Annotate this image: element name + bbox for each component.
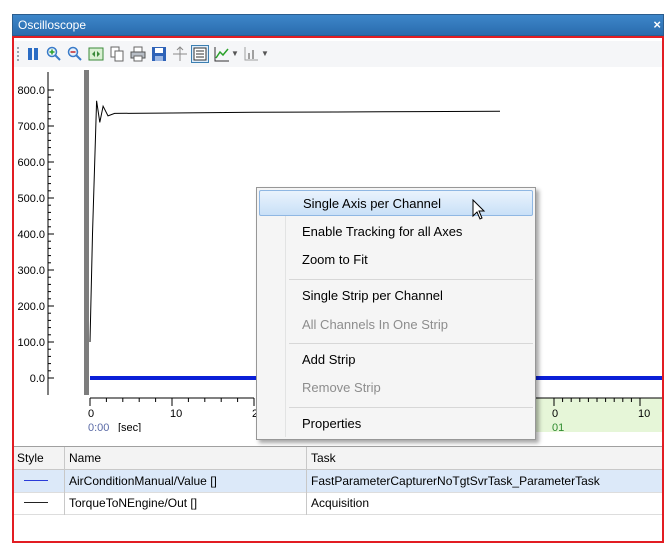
channel-task: FastParameterCapturerNoTgtSvrTask_Parame… <box>311 474 600 488</box>
chevron-down-icon[interactable]: ▼ <box>261 49 269 58</box>
save-icon[interactable] <box>150 45 168 63</box>
context-menu: Single Axis per Channel Enable Tracking … <box>256 187 536 440</box>
zoom-out-icon[interactable] <box>66 45 84 63</box>
y-tick-label: 400.0 <box>17 229 45 241</box>
y-tick-label: 600.0 <box>17 157 45 169</box>
y-tick-label: 500.0 <box>17 193 45 205</box>
x-time-label: 0:00 <box>88 422 109 432</box>
channel-task: Acquisition <box>311 496 370 510</box>
menu-item-zoom-to-fit[interactable]: Zoom to Fit <box>259 247 533 273</box>
x-tick-label: 10 <box>638 408 650 420</box>
y-tick-label: 100.0 <box>17 337 45 349</box>
channel-name: AirConditionManual/Value [] <box>69 474 217 488</box>
y-tick-label: 0.0 <box>30 373 45 385</box>
menu-separator <box>289 407 533 408</box>
pause-icon[interactable] <box>24 45 42 63</box>
menu-item-single-strip-per-channel[interactable]: Single Strip per Channel <box>259 283 533 309</box>
cursor-icon[interactable] <box>171 45 189 63</box>
column-style[interactable]: Style <box>17 451 44 465</box>
channel-name: TorqueToNEngine/Out [] <box>69 496 198 510</box>
style-swatch <box>24 502 48 503</box>
legend-header: Style Name Task <box>14 447 662 470</box>
x-tick-label: 0 <box>88 408 94 420</box>
menu-item-remove-strip: Remove Strip <box>302 380 381 395</box>
column-divider[interactable] <box>64 447 65 515</box>
window-title: Oscilloscope <box>18 18 87 32</box>
toolbar: ▼ ▼ <box>14 41 662 67</box>
mouse-pointer-icon <box>472 199 486 220</box>
menu-item-all-channels-in-one-strip: All Channels In One Strip <box>302 317 448 332</box>
chart-icon[interactable] <box>213 45 231 63</box>
menu-item-add-strip[interactable]: Add Strip <box>259 347 533 373</box>
legend-row[interactable]: TorqueToNEngine/Out [] Acquisition <box>14 492 662 515</box>
zoom-in-icon[interactable] <box>45 45 63 63</box>
axis-icon[interactable] <box>242 45 260 63</box>
x-sub-label: 01 <box>552 422 564 432</box>
y-axis[interactable]: 800.0 700.0 600.0 500.0 400.0 300.0 200.0 100.0… <box>17 70 89 395</box>
chevron-down-icon[interactable]: ▼ <box>231 49 239 58</box>
fit-icon[interactable] <box>87 45 105 63</box>
column-name[interactable]: Name <box>69 451 101 465</box>
x-tick-label: 0 <box>552 408 558 420</box>
print-icon[interactable] <box>129 45 147 63</box>
x-tick-label: 10 <box>170 408 182 420</box>
legend-icon[interactable] <box>191 45 209 63</box>
menu-separator <box>289 343 533 344</box>
y-tick-label: 700.0 <box>17 121 45 133</box>
x-unit-label: [sec] <box>118 422 141 432</box>
legend-row[interactable]: AirConditionManual/Value [] FastParamete… <box>14 470 662 493</box>
window-titlebar: Oscilloscope × <box>12 14 664 36</box>
toolbar-grip[interactable] <box>17 47 22 61</box>
close-icon[interactable]: × <box>653 17 661 32</box>
menu-item-properties[interactable]: Properties <box>259 411 533 437</box>
y-tick-label: 200.0 <box>17 301 45 313</box>
menu-item-single-axis-per-channel[interactable]: Single Axis per Channel <box>259 190 533 216</box>
copy-icon[interactable] <box>108 45 126 63</box>
column-task[interactable]: Task <box>311 451 336 465</box>
menu-item-enable-tracking[interactable]: Enable Tracking for all Axes <box>259 219 533 245</box>
y-tick-label: 300.0 <box>17 265 45 277</box>
menu-separator <box>289 279 533 280</box>
column-divider[interactable] <box>306 447 307 515</box>
channel-legend: Style Name Task AirConditionManual/Value… <box>14 446 662 537</box>
y-tick-label: 800.0 <box>17 85 45 97</box>
axis-bar <box>84 70 89 395</box>
style-swatch <box>24 480 48 481</box>
